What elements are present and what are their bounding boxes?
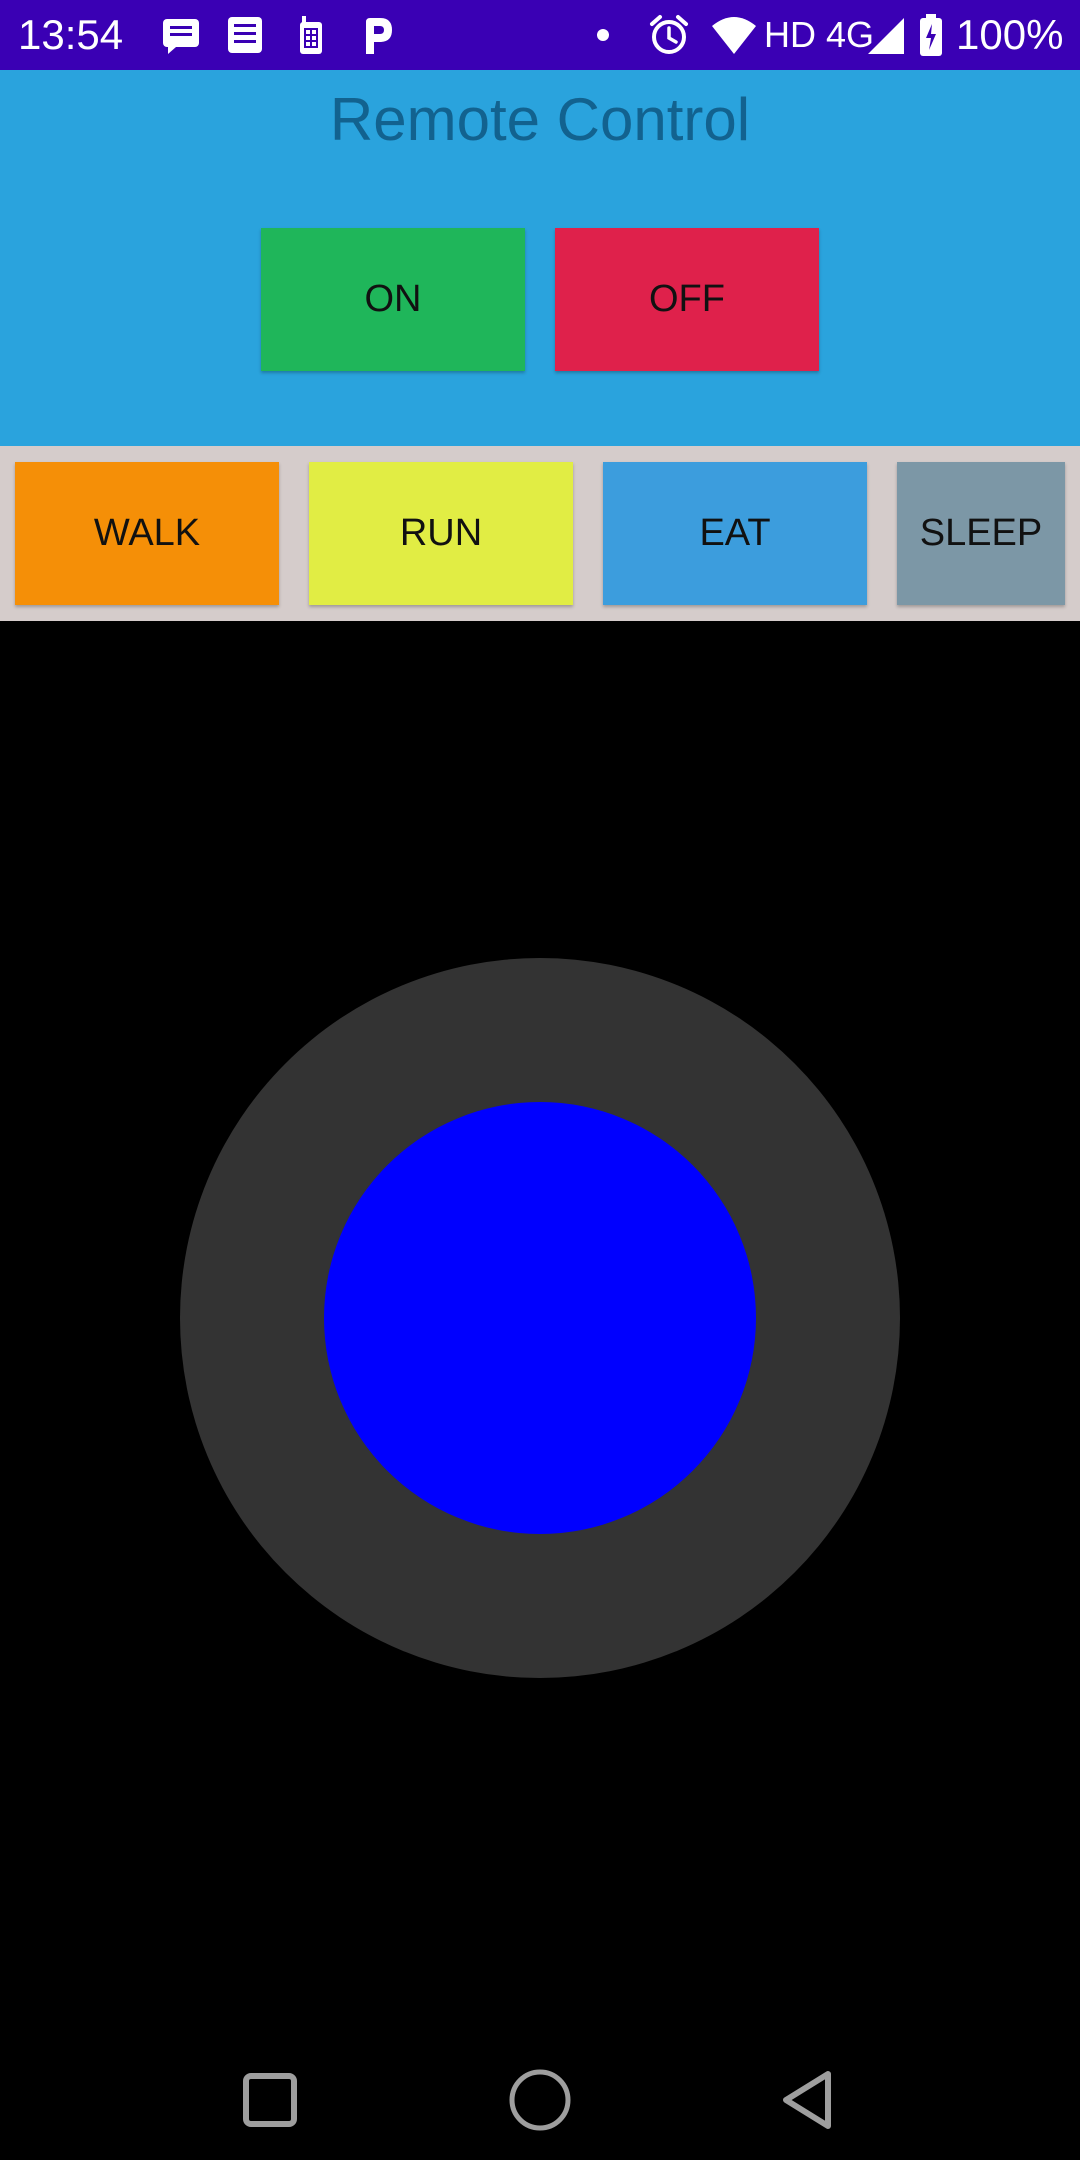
status-bar: 13:54 HD 4G 100% xyxy=(0,0,1080,70)
navigation-bar xyxy=(0,2040,1080,2160)
back-icon[interactable] xyxy=(770,2060,850,2140)
header-panel: Remote Control ON OFF xyxy=(0,70,1080,446)
battery-percent: 100% xyxy=(956,11,1064,58)
battery-icon xyxy=(918,14,944,63)
status-time: 13:54 xyxy=(18,11,124,58)
page-title: Remote Control xyxy=(329,86,751,153)
run-button[interactable]: RUN xyxy=(309,462,573,605)
alarm-icon xyxy=(648,14,690,61)
document-icon xyxy=(224,14,266,61)
off-button[interactable]: OFF xyxy=(555,228,819,371)
on-button[interactable]: ON xyxy=(261,228,525,371)
wifi-icon xyxy=(710,14,758,61)
dot-icon xyxy=(596,28,610,47)
sleep-button[interactable]: SLEEP xyxy=(897,462,1065,605)
joystick-knob[interactable] xyxy=(324,1102,756,1534)
message-icon xyxy=(160,14,202,61)
eat-button[interactable]: EAT xyxy=(603,462,867,605)
network-label: HD 4G xyxy=(764,14,875,55)
recents-icon[interactable] xyxy=(230,2060,310,2140)
signal-icon xyxy=(866,14,906,61)
home-icon[interactable] xyxy=(500,2060,580,2140)
joystick-area xyxy=(0,621,1080,1971)
walk-button[interactable]: WALK xyxy=(15,462,279,605)
sim-icon xyxy=(290,14,332,61)
p-icon xyxy=(356,14,398,61)
action-row: WALK RUN EAT SLEEP xyxy=(0,446,1080,621)
